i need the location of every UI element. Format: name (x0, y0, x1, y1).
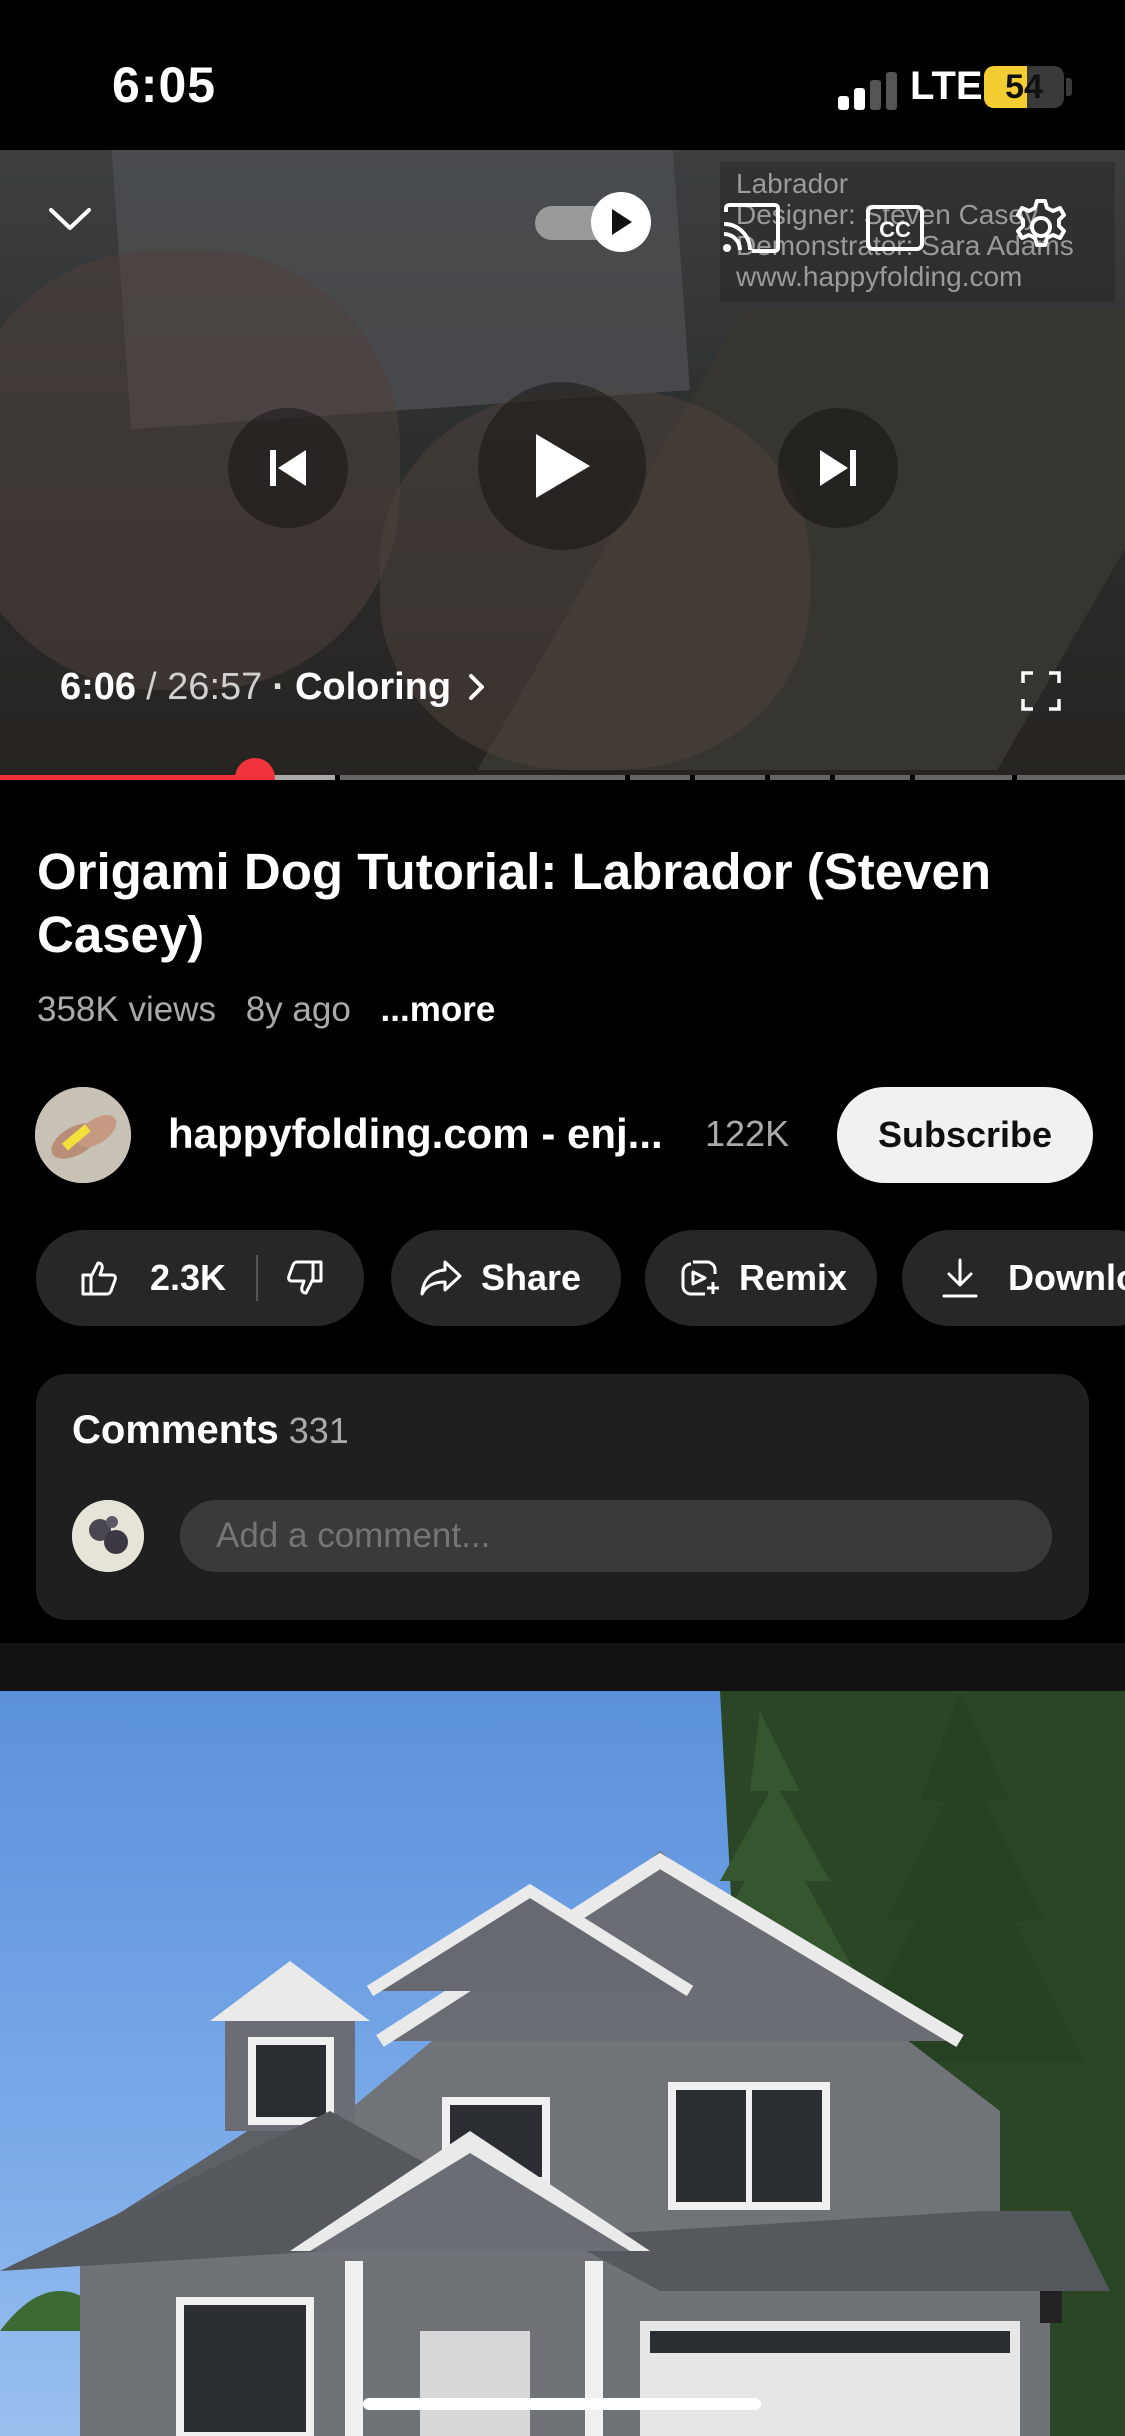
video-meta[interactable]: 358K views 8y ago ...more (37, 990, 515, 1030)
upload-age: 8y ago (245, 990, 351, 1029)
progress-played (0, 775, 256, 780)
channel-avatar[interactable] (35, 1087, 131, 1183)
share-icon (420, 1260, 462, 1296)
download-label: Download (1008, 1257, 1125, 1298)
dislike-button[interactable] (284, 1258, 324, 1298)
comment-input[interactable] (180, 1500, 1052, 1572)
section-divider (0, 1643, 1125, 1691)
watermark-line: www.happyfolding.com (736, 261, 1023, 292)
download-button[interactable]: Download (902, 1230, 1125, 1326)
closed-captions-icon[interactable]: CC (862, 195, 928, 261)
comments-header: Comments 331 (72, 1408, 349, 1453)
share-button[interactable]: Share (391, 1230, 621, 1326)
chapter-button[interactable]: Coloring (295, 666, 489, 709)
progress-bar[interactable] (0, 758, 1125, 780)
remix-icon (681, 1260, 719, 1296)
time-separator: · (272, 665, 285, 708)
comments-title: Comments (72, 1408, 279, 1452)
fullscreen-icon[interactable] (1016, 666, 1066, 716)
thumbs-up-icon (81, 1261, 117, 1296)
playback-time: 6:06 / 26:57 · Coloring (60, 660, 489, 714)
remix-label: Remix (739, 1257, 848, 1298)
battery-icon: 54 (984, 66, 1064, 108)
user-avatar (72, 1500, 144, 1572)
video-title: Origami Dog Tutorial: Labrador (Steven C… (37, 843, 991, 963)
share-label: Share (481, 1257, 582, 1298)
promo-image-house[interactable] (0, 1691, 1125, 2436)
current-time: 6:06 (60, 665, 137, 708)
channel-row: happyfolding.com - enj... 122K Subscribe (35, 1085, 1095, 1185)
comments-card[interactable]: Comments 331 (36, 1374, 1089, 1620)
remix-button[interactable]: Remix (645, 1230, 877, 1326)
thumbs-down-icon (287, 1260, 323, 1295)
skip-next-icon[interactable] (778, 408, 898, 528)
network-type: LTE (910, 64, 983, 108)
status-time: 6:05 (112, 57, 217, 113)
comments-count: 331 (288, 1410, 349, 1451)
autoplay-toggle[interactable] (535, 192, 651, 252)
chapter-title: Coloring (294, 665, 452, 708)
like-button[interactable]: 2.3K (80, 1257, 226, 1299)
like-divider (256, 1255, 259, 1301)
cast-icon[interactable] (718, 195, 784, 261)
battery-level: 54 (1005, 68, 1043, 106)
download-icon (942, 1258, 978, 1298)
play-icon[interactable] (478, 382, 646, 550)
status-bar: 6:05 LTE 54 (0, 0, 1125, 150)
more-description-link[interactable]: ...more (381, 990, 496, 1029)
chevron-down-icon[interactable] (40, 190, 100, 250)
action-chips: 2.3K Share Remix Download (36, 1230, 1125, 1326)
view-count: 358K views (37, 990, 216, 1029)
play-icon (591, 192, 651, 252)
skip-previous-icon[interactable] (228, 408, 348, 528)
battery-tip (1066, 78, 1072, 96)
like-dislike-chip: 2.3K (36, 1230, 364, 1326)
video-player[interactable]: Labrador Designer: Steven Casey Demonstr… (0, 150, 1125, 780)
gear-icon[interactable] (1006, 192, 1076, 262)
home-indicator (363, 2398, 761, 2410)
subscriber-count: 122K (705, 1113, 790, 1154)
cellular-signal-icon (838, 72, 898, 110)
subscribe-button[interactable]: Subscribe (837, 1087, 1093, 1183)
channel-name[interactable]: happyfolding.com - enj... (168, 1110, 663, 1158)
like-count: 2.3K (150, 1257, 227, 1298)
chevron-right-icon (469, 674, 485, 700)
svg-text:CC: CC (879, 217, 911, 242)
total-time: / 26:57 (146, 665, 263, 708)
